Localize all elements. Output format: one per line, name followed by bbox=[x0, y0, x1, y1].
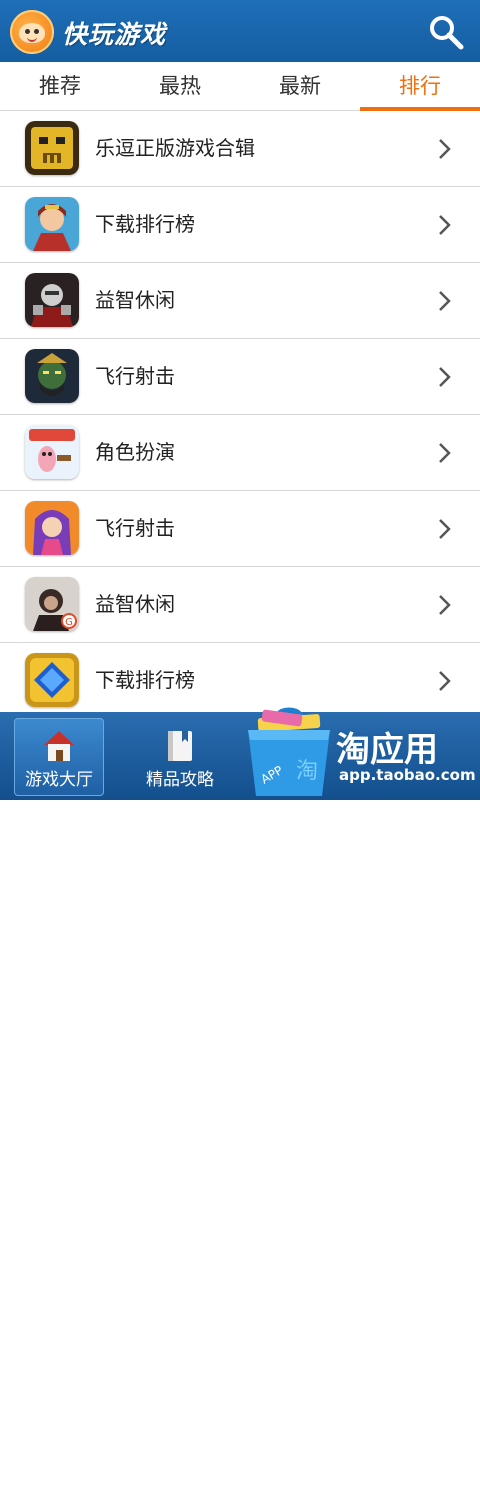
search-icon bbox=[430, 16, 464, 50]
list-item[interactable]: 角色扮演 bbox=[0, 415, 480, 491]
list-item-label: 角色扮演 bbox=[95, 440, 175, 464]
tab-recommended[interactable]: 推荐 bbox=[0, 62, 120, 110]
nav-guides-label: 精品攻略 bbox=[146, 770, 214, 790]
tab-hottest[interactable]: 最热 bbox=[120, 62, 240, 110]
watermark-title: 淘应用 bbox=[336, 730, 438, 770]
category-tabs: 推荐 最热 最新 排行 bbox=[0, 62, 480, 111]
chevron-right-icon bbox=[439, 367, 451, 387]
dark-warrior-game-icon: G bbox=[25, 577, 79, 631]
chevron-right-icon bbox=[439, 671, 451, 691]
nav-game-hall-button[interactable]: 游戏大厅 bbox=[14, 718, 104, 796]
purple-hair-girl-game-icon bbox=[25, 501, 79, 555]
list-item-label: 飞行射击 bbox=[95, 364, 175, 388]
three-kingdoms-general-game-icon bbox=[25, 349, 79, 403]
chevron-right-icon bbox=[439, 595, 451, 615]
search-button[interactable] bbox=[426, 12, 466, 52]
watermark-url: app.taobao.com bbox=[339, 766, 476, 784]
list-item-label: 益智休闲 bbox=[95, 592, 175, 616]
app-header: 快玩游戏 bbox=[0, 0, 480, 62]
nav-download-label[interactable]: 下载管理 bbox=[370, 1468, 438, 1493]
chevron-right-icon bbox=[439, 215, 451, 235]
home-icon bbox=[44, 731, 74, 761]
list-item[interactable]: 益智休闲 bbox=[0, 263, 480, 339]
tab-newest[interactable]: 最新 bbox=[240, 62, 360, 110]
list-item-label: 益智休闲 bbox=[95, 288, 175, 312]
nav-game-hall-label: 游戏大厅 bbox=[25, 770, 93, 790]
list-item-label: 飞行射击 bbox=[95, 516, 175, 540]
chevron-right-icon bbox=[439, 139, 451, 159]
book-icon bbox=[168, 731, 192, 761]
list-item-label: 下载排行榜 bbox=[95, 212, 195, 236]
list-item[interactable]: 飞行射击 bbox=[0, 339, 480, 415]
tab-ranking[interactable]: 排行 bbox=[360, 62, 480, 111]
jewel-game-icon bbox=[25, 653, 79, 707]
temple-run-game-icon bbox=[25, 121, 79, 175]
list-item[interactable]: 乐逗正版游戏合辑 bbox=[0, 111, 480, 187]
chevron-right-icon bbox=[439, 291, 451, 311]
list-item[interactable]: 下载排行榜 bbox=[0, 643, 480, 719]
taobao-watermark: 淘应用 app.taobao.com bbox=[336, 722, 480, 800]
svg-text:G: G bbox=[65, 617, 73, 628]
svg-text:淘: 淘 bbox=[296, 759, 318, 784]
worms-game-icon bbox=[25, 425, 79, 479]
monkey-logo-icon bbox=[10, 10, 54, 54]
chevron-right-icon bbox=[439, 443, 451, 463]
list-item[interactable]: G 益智休闲 bbox=[0, 567, 480, 643]
armored-knight-game-icon bbox=[25, 273, 79, 327]
list-item-label: 下载排行榜 bbox=[95, 668, 195, 692]
list-item[interactable]: 下载排行榜 bbox=[0, 187, 480, 263]
warrior-girl-game-icon bbox=[25, 197, 79, 251]
ranking-list: 乐逗正版游戏合辑 下载排行榜 益智休闲 飞行射击 角色扮演 飞行射击 G 益智休… bbox=[0, 111, 480, 719]
chevron-right-icon bbox=[439, 519, 451, 539]
list-item[interactable]: 飞行射击 bbox=[0, 491, 480, 567]
app-title: 快玩游戏 bbox=[62, 20, 167, 49]
taobao-app-bag-icon: APP 淘 bbox=[244, 706, 334, 800]
nav-guides-button[interactable]: 精品攻略 bbox=[135, 718, 225, 796]
list-item-label: 乐逗正版游戏合辑 bbox=[95, 136, 255, 160]
